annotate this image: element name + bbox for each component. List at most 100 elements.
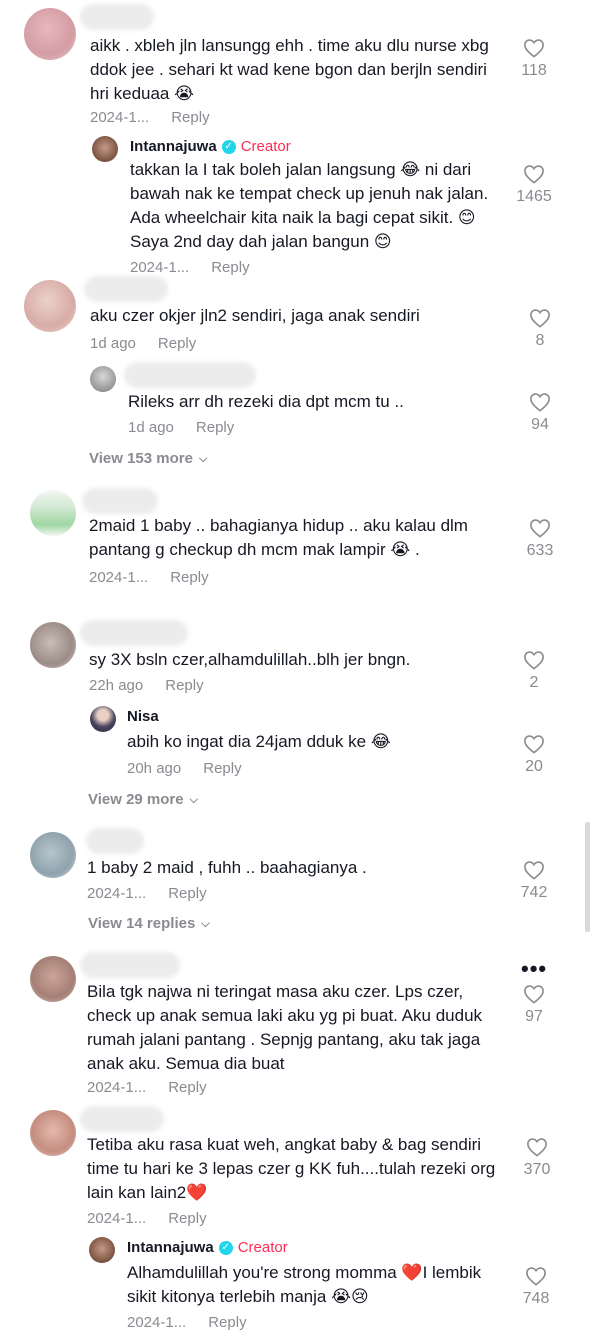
comment-date: 1d ago <box>90 335 136 352</box>
like-button[interactable]: 1465 <box>504 164 564 206</box>
view-more-replies[interactable]: View 14 replies ⌵ <box>88 915 210 932</box>
creator-label: Creator <box>240 138 291 155</box>
reply-button[interactable]: Reply <box>158 335 196 352</box>
like-count: 97 <box>525 1008 543 1025</box>
verified-badge-icon: ✓ <box>218 1240 233 1255</box>
chevron-down-icon: ⌵ <box>189 794 198 806</box>
avatar[interactable] <box>30 956 76 1002</box>
like-button[interactable]: 2 <box>504 650 564 692</box>
like-count: 2 <box>529 674 539 691</box>
avatar[interactable] <box>30 490 76 536</box>
username-blurred[interactable] <box>82 488 158 514</box>
like-button[interactable]: 370 <box>507 1137 567 1179</box>
chevron-down-icon: ⌵ <box>201 918 210 930</box>
heart-outline-icon <box>524 651 544 670</box>
heart-outline-icon <box>530 519 550 538</box>
like-count: 94 <box>531 416 549 433</box>
comment-date: 2024-1... <box>87 885 147 902</box>
like-button[interactable]: 8 <box>510 308 570 350</box>
comment-date: 20h ago <box>127 760 182 777</box>
comment-text: Tetiba aku rasa kuat weh, angkat baby & … <box>87 1135 496 1202</box>
like-count: 742 <box>520 884 548 901</box>
like-button[interactable]: 118 <box>504 38 564 80</box>
like-button[interactable]: 633 <box>510 518 570 560</box>
like-button[interactable]: 748 <box>506 1266 566 1308</box>
comment-date: 2024-1... <box>90 109 150 126</box>
like-count: 20 <box>525 758 543 775</box>
avatar[interactable] <box>90 366 116 392</box>
username-blurred[interactable] <box>80 4 154 30</box>
reply-button[interactable]: Reply <box>208 1314 246 1331</box>
creator-name[interactable]: Intannajuwa ✓ Creator <box>127 1239 288 1256</box>
comment-meta: 2024-1... Reply <box>87 1210 207 1227</box>
reply-button[interactable]: Reply <box>168 1210 206 1227</box>
like-count: 370 <box>523 1161 551 1178</box>
avatar[interactable] <box>90 706 116 732</box>
username-blurred[interactable] <box>80 952 180 978</box>
reply-button[interactable]: Reply <box>170 569 208 586</box>
username-blurred[interactable] <box>86 828 144 854</box>
reply-button[interactable]: Reply <box>168 1079 206 1096</box>
heart-outline-icon <box>524 861 544 880</box>
username-blurred[interactable] <box>84 276 168 302</box>
heart-outline-icon <box>526 1267 546 1286</box>
comment-meta: 20h ago Reply <box>127 760 242 777</box>
creator-name[interactable]: Intannajuwa ✓ Creator <box>130 138 291 155</box>
comment-text: 2maid 1 baby .. bahagianya hidup .. aku … <box>89 516 468 559</box>
comment-meta: 1d ago Reply <box>128 419 234 436</box>
username-blurred[interactable] <box>80 1106 164 1132</box>
chevron-down-icon: ⌵ <box>198 453 208 465</box>
comment-meta: 22h ago Reply <box>89 677 204 694</box>
reply-text: abih ko ingat dia 24jam dduk ke 😂 <box>127 732 391 751</box>
comment-meta: 2024-1... Reply <box>90 109 210 126</box>
comment-date: 2024-1... <box>87 1079 147 1096</box>
username-blurred[interactable] <box>80 620 188 646</box>
comment-date: 2024-1... <box>130 259 190 276</box>
like-count: 118 <box>521 62 547 79</box>
reply-button[interactable]: Reply <box>196 419 234 436</box>
like-button[interactable]: 94 <box>510 392 570 434</box>
reply-button[interactable]: Reply <box>171 109 209 126</box>
more-options-icon[interactable]: ••• <box>521 956 547 982</box>
avatar[interactable] <box>24 8 76 60</box>
avatar[interactable] <box>89 1237 115 1263</box>
username[interactable]: Nisa <box>127 708 159 725</box>
creator-label: Creator <box>237 1239 288 1256</box>
heart-outline-icon <box>524 735 544 754</box>
avatar[interactable] <box>30 832 76 878</box>
like-button[interactable]: 742 <box>504 860 564 902</box>
comment-meta: 2024-1... Reply <box>87 1079 207 1096</box>
comment-text: aku czer okjer jln2 sendiri, jaga anak s… <box>90 306 420 325</box>
comment-meta: 2024-1... Reply <box>127 1314 247 1331</box>
comment-meta: 1d ago Reply <box>90 335 196 352</box>
comment-text: aikk . xbleh jln lansungg ehh . time aku… <box>90 36 489 103</box>
comment-date: 1d ago <box>128 419 174 436</box>
comment-meta: 2024-1... Reply <box>89 569 209 586</box>
comment-date: 22h ago <box>89 677 144 694</box>
scrollbar[interactable] <box>585 822 590 932</box>
reply-button[interactable]: Reply <box>203 760 241 777</box>
heart-outline-icon <box>524 985 544 1004</box>
verified-badge-icon: ✓ <box>221 139 236 154</box>
reply-button[interactable]: Reply <box>168 885 206 902</box>
avatar[interactable] <box>24 280 76 332</box>
reply-button[interactable]: Reply <box>211 259 249 276</box>
like-button[interactable]: 97 <box>504 984 564 1026</box>
avatar[interactable] <box>30 622 76 668</box>
username-blurred[interactable] <box>124 362 256 388</box>
view-more-replies[interactable]: View 29 more ⌵ <box>88 791 198 808</box>
like-button[interactable]: 20 <box>504 734 564 776</box>
comment-text: Bila tgk najwa ni teringat masa aku czer… <box>87 982 483 1073</box>
reply-text: Rileks arr dh rezeki dia dpt mcm tu .. <box>128 392 404 411</box>
avatar[interactable] <box>30 1110 76 1156</box>
heart-outline-icon <box>527 1138 547 1157</box>
avatar[interactable] <box>92 136 118 162</box>
heart-outline-icon <box>530 309 550 328</box>
reply-text: takkan la I tak boleh jalan langsung 😂 n… <box>130 160 489 251</box>
like-count: 1465 <box>516 188 552 205</box>
comment-meta: 2024-1... Reply <box>130 259 250 276</box>
view-more-replies[interactable]: View 153 more ⌵ <box>89 450 207 467</box>
reply-text: Alhamdulillah you're strong momma ❤️I le… <box>127 1263 482 1306</box>
reply-button[interactable]: Reply <box>165 677 203 694</box>
heart-outline-icon <box>524 39 544 58</box>
